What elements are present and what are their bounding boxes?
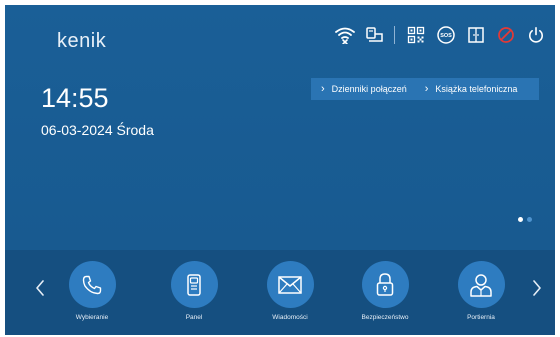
sos-label: SOS [440, 33, 452, 39]
app-concierge[interactable]: Portiernia [441, 261, 521, 321]
lock-icon [361, 261, 409, 308]
app-label: Bezpieczeństwo [361, 314, 409, 321]
home-panel: kenik SOS 14:55 06-03-2024 Środa › Dzien… [5, 5, 555, 250]
status-divider [394, 26, 395, 44]
app-label: Wybieranie [75, 314, 109, 321]
previous-page-arrow[interactable] [30, 270, 50, 306]
page-dot-active[interactable] [518, 217, 523, 222]
wifi-off-icon[interactable] [332, 23, 358, 47]
app-panel[interactable]: Panel [154, 261, 234, 321]
app-label: Portiernia [467, 314, 495, 321]
call-log-link[interactable]: › Dzienniki połączeń [311, 83, 407, 95]
call-log-label: Dzienniki połączeń [331, 84, 407, 94]
clock-time: 14:55 [41, 83, 109, 113]
quick-links-bar: › Dzienniki połączeń › Książka telefonic… [311, 78, 539, 100]
app-security[interactable]: Bezpieczeństwo [345, 261, 425, 321]
app-label: Panel [185, 314, 203, 321]
chevron-right-icon: › [321, 83, 325, 95]
next-page-arrow[interactable] [527, 270, 547, 306]
phonebook-link[interactable]: › Książka telefoniczna [415, 83, 518, 95]
qr-code-icon[interactable] [403, 23, 429, 47]
app-dialing[interactable]: Wybieranie [52, 261, 132, 321]
clock-date: 06-03-2024 Środa [41, 122, 154, 138]
power-icon[interactable] [523, 23, 549, 47]
envelope-icon [266, 261, 314, 308]
phonebook-label: Książka telefoniczna [435, 84, 518, 94]
monitor-icon[interactable] [362, 23, 388, 47]
concierge-icon [457, 261, 505, 308]
app-messages[interactable]: Wiadomości [250, 261, 330, 321]
chevron-right-icon: › [424, 83, 429, 95]
app-label: Wiadomości [272, 314, 308, 321]
door-panel-icon [170, 261, 218, 308]
sos-icon[interactable]: SOS [433, 23, 459, 47]
status-bar: SOS [328, 23, 549, 47]
door-icon[interactable] [463, 23, 489, 47]
brand-logo: kenik [57, 30, 107, 52]
page-indicator [518, 217, 536, 222]
page-dot[interactable] [527, 217, 532, 222]
phone-icon [68, 261, 116, 308]
do-not-disturb-icon[interactable] [493, 23, 519, 47]
